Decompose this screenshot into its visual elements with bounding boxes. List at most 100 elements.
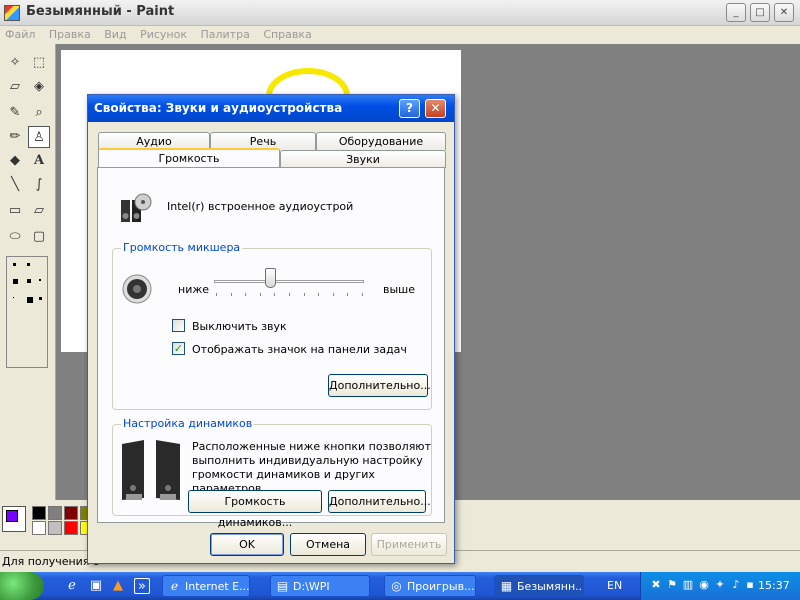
line-icon[interactable]: ╲ xyxy=(4,174,26,196)
slider-tick xyxy=(274,293,276,296)
swatch-white[interactable] xyxy=(32,521,46,535)
taskbar-media-player[interactable]: ◎ Проигрыв... xyxy=(384,575,476,597)
speaker-advanced-button[interactable]: Дополнительно... xyxy=(328,490,431,513)
swatch-silver[interactable] xyxy=(48,521,62,535)
menu-file[interactable]: Файл xyxy=(0,26,40,41)
eraser-icon[interactable]: ▱ xyxy=(4,76,26,98)
language-indicator[interactable]: EN xyxy=(607,579,622,592)
maximize-icon[interactable]: □ xyxy=(750,3,770,22)
text-icon[interactable]: A xyxy=(28,150,50,172)
paint-titlebar[interactable]: Безымянный - Paint _ □ ✕ xyxy=(0,0,800,26)
volume-slider-track[interactable] xyxy=(214,280,364,283)
swatch-black[interactable] xyxy=(32,506,46,520)
swatch-red[interactable] xyxy=(64,521,78,535)
cancel-button[interactable]: Отмена xyxy=(290,533,366,556)
slider-tick xyxy=(289,293,290,296)
taskbar-internet-explorer[interactable]: ℯ Internet E... xyxy=(162,575,250,597)
tab-sounds[interactable]: Звуки xyxy=(280,150,446,168)
status-text: Для получения с xyxy=(2,555,99,568)
brush-options[interactable] xyxy=(6,256,48,368)
show-tray-icon-label: Отображать значок на панели задач xyxy=(192,343,407,356)
quicklaunch-warning-icon[interactable]: ▲ xyxy=(110,578,126,594)
speaker-group-title: Настройка динамиков xyxy=(121,417,255,430)
taskbar-label: Безымянн... xyxy=(517,580,584,593)
mixer-advanced-button[interactable]: Дополнительно... xyxy=(328,374,431,397)
paint-icon: ▦ xyxy=(500,579,513,593)
curve-icon[interactable]: ∫ xyxy=(28,174,50,196)
magnifier-icon[interactable]: ⌕ xyxy=(28,102,50,124)
slider-tick xyxy=(216,293,217,296)
volume-icon[interactable]: ♪ xyxy=(729,578,743,592)
rounded-rect-icon[interactable]: ▢ xyxy=(28,226,50,248)
close-icon[interactable]: ✕ xyxy=(425,99,446,118)
menu-image[interactable]: Рисунок xyxy=(135,26,192,41)
free-select-icon[interactable]: ✧ xyxy=(4,52,26,74)
network-x-icon[interactable]: ✖ xyxy=(649,578,663,592)
speaker-volume-button[interactable]: Громкость динамиков... xyxy=(188,490,322,529)
foreground-color xyxy=(6,510,18,522)
mute-label: Выключить звук xyxy=(192,320,287,333)
minimize-icon[interactable]: _ xyxy=(726,3,746,22)
speaker-icon xyxy=(122,274,152,304)
device-name: Intel(r) встроенное аудиоустрой xyxy=(167,200,354,213)
show-tray-icon-checkbox[interactable]: ✓ xyxy=(172,342,185,355)
taskbar-paint[interactable]: ▦ Безымянн... xyxy=(494,575,584,597)
taskbar-label: Internet E... xyxy=(185,580,250,593)
internet-explorer-icon[interactable]: ℯ xyxy=(64,578,80,594)
taskbar-explorer-wpi[interactable]: ▤ D:\WPI xyxy=(270,575,370,597)
taskbar-label: Проигрыв... xyxy=(407,580,475,593)
slider-tick xyxy=(318,293,320,296)
media-player-icon: ◎ xyxy=(391,579,402,593)
dialog-titlebar[interactable]: Свойства: Звуки и аудиоустройства ? ✕ xyxy=(88,95,454,122)
menu-view[interactable]: Вид xyxy=(99,26,131,41)
rect-select-icon[interactable]: ⬚ xyxy=(28,52,50,74)
mute-checkbox[interactable] xyxy=(172,319,185,332)
slider-tick xyxy=(303,293,305,296)
help-icon[interactable]: ? xyxy=(399,99,420,118)
volume-tab-panel: Intel(r) встроенное аудиоустрой Громкост… xyxy=(97,167,445,529)
current-colors[interactable] xyxy=(2,506,26,532)
brush-icon[interactable]: ♙ xyxy=(28,126,50,148)
apply-button[interactable]: Применить xyxy=(371,533,447,556)
flag-icon[interactable]: ⚑ xyxy=(665,578,679,592)
slider-tick xyxy=(230,293,232,296)
folder-icon: ▤ xyxy=(276,579,289,593)
start-button[interactable] xyxy=(0,572,44,600)
slider-tick xyxy=(332,293,334,296)
close-icon[interactable]: ✕ xyxy=(774,3,794,22)
system-tray: ✖ ⚑ ▥ ◉ ✦ ♪ ▪ 15:37 xyxy=(640,572,800,600)
volume-low-label: ниже xyxy=(178,283,210,296)
volume-slider-thumb[interactable] xyxy=(264,268,276,288)
swatch-maroon[interactable] xyxy=(64,506,78,520)
quicklaunch-app-icon[interactable]: ▣ xyxy=(88,578,104,594)
sound-device-icon xyxy=(121,193,152,222)
ellipse-icon[interactable]: ⬭ xyxy=(4,226,26,248)
clock: 15:37 xyxy=(758,579,790,592)
taskbar-label: D:\WPI xyxy=(293,580,330,593)
ok-button[interactable]: OK xyxy=(210,533,284,556)
paint-app-icon xyxy=(4,5,20,21)
tab-hardware[interactable]: Оборудование xyxy=(316,132,446,150)
mixer-group-title: Громкость микшера xyxy=(121,241,243,254)
app-tray-icon[interactable]: ◉ xyxy=(697,578,711,592)
toolbox: ✧ ⬚ ▱ ◈ ✎ ⌕ ✏ ♙ ◆ A ╲ ∫ ▭ ▱ ⬭ ▢ xyxy=(0,44,56,500)
polygon-icon[interactable]: ▱ xyxy=(28,200,50,222)
tab-volume[interactable]: Громкость xyxy=(98,148,280,169)
quicklaunch-expand-icon[interactable]: » xyxy=(134,578,150,594)
menubar: Файл Правка Вид Рисунок Палитра Справка xyxy=(0,26,800,44)
fill-icon[interactable]: ◈ xyxy=(28,76,50,98)
volume-high-label: выше xyxy=(383,283,416,296)
paint-title: Безымянный - Paint xyxy=(26,4,175,19)
menu-edit[interactable]: Правка xyxy=(44,26,96,41)
pencil-icon[interactable]: ✏ xyxy=(4,126,26,148)
dialog-title: Свойства: Звуки и аудиоустройства xyxy=(94,101,343,115)
rectangle-icon[interactable]: ▭ xyxy=(4,200,26,222)
swatch-gray[interactable] xyxy=(48,506,62,520)
safely-remove-icon[interactable]: ▪ xyxy=(743,578,757,592)
security-icon[interactable]: ▥ xyxy=(681,578,695,592)
wand-icon[interactable]: ✦ xyxy=(713,578,727,592)
menu-help[interactable]: Справка xyxy=(258,26,316,41)
menu-palette[interactable]: Палитра xyxy=(195,26,254,41)
airbrush-icon[interactable]: ◆ xyxy=(4,150,26,172)
color-picker-icon[interactable]: ✎ xyxy=(4,102,26,124)
